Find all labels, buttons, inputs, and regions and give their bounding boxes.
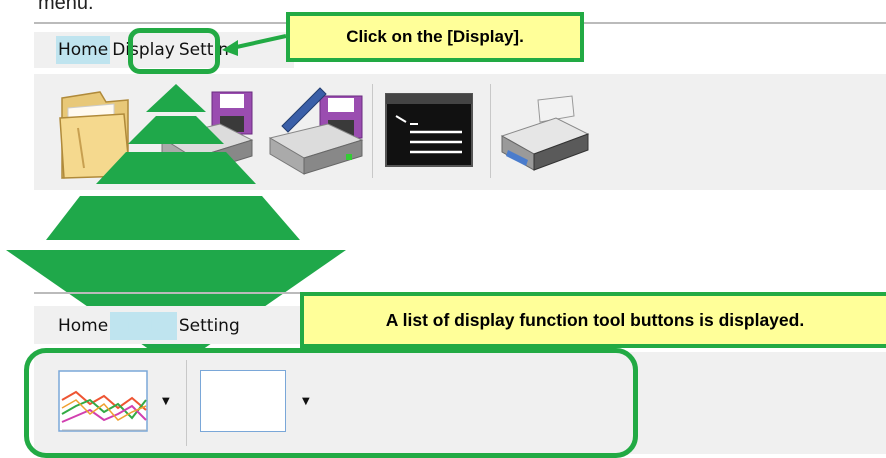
bottom-menu-settings[interactable]: Setting — [177, 312, 242, 340]
toolbar-highlight-ring — [24, 348, 638, 458]
bottom-menubar-items: Home Display Setting — [56, 312, 242, 340]
pointer-arrow-icon — [222, 34, 287, 56]
top-menu-home[interactable]: Home — [56, 36, 111, 64]
toolbar-separator — [372, 84, 373, 178]
callout-click-display: Click on the [Display]. — [286, 12, 584, 62]
bottom-menu-home[interactable]: Home — [56, 312, 110, 340]
printer-icon[interactable] — [498, 94, 590, 174]
display-highlight-ring — [128, 28, 220, 74]
callout-tool-list: A list of display function tool buttons … — [300, 292, 886, 348]
intro-text: menu. — [38, 0, 94, 14]
toolbar-separator-2 — [490, 84, 491, 178]
bottom-menu-display[interactable]: Display — [110, 312, 177, 340]
terminal-icon[interactable] — [384, 92, 474, 168]
